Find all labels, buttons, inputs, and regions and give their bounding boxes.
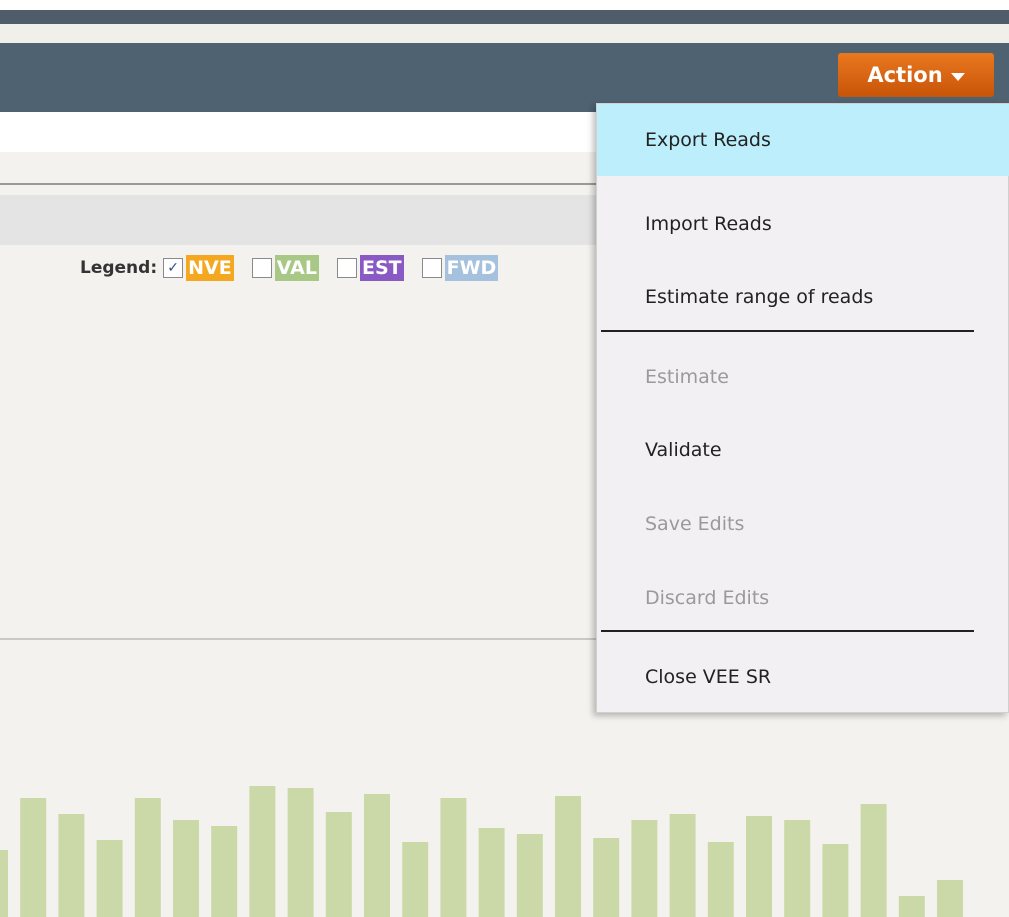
caret-down-icon (950, 72, 965, 81)
chart-bar (20, 798, 47, 917)
menu-item-label: Estimate (645, 366, 729, 388)
chart-bar (478, 828, 505, 917)
menu-item-label: Import Reads (645, 213, 772, 235)
menu-item-discard-edits[interactable]: Discard Edits (597, 565, 1009, 631)
menu-separator (601, 630, 974, 632)
legend: Legend: ✓ NVE VAL EST FWD (80, 254, 499, 282)
menu-item-export-reads[interactable]: Export Reads (597, 104, 1009, 176)
chart-bar (669, 814, 696, 917)
chart-bar (937, 880, 963, 917)
legend-item-fwd: FWD (421, 255, 499, 281)
reads-bar-chart (0, 786, 963, 917)
legend-label: Legend: (80, 258, 158, 278)
chart-bar (249, 786, 276, 917)
chart-bar (593, 838, 620, 917)
menu-item-label: Estimate range of reads (645, 286, 874, 308)
action-button-label: Action (867, 63, 943, 87)
menu-item-label: Save Edits (645, 513, 745, 535)
legend-tag-val: VAL (274, 255, 319, 281)
menu-item-label: Discard Edits (645, 587, 770, 609)
menu-item-validate[interactable]: Validate (597, 417, 1009, 483)
menu-item-close-vee-sr[interactable]: Close VEE SR (597, 644, 1009, 710)
chart-bar (0, 850, 8, 917)
legend-item-nve: ✓ NVE (163, 255, 234, 281)
chart-bar (516, 834, 543, 917)
chart-bar (555, 796, 581, 917)
chart-bar (822, 844, 849, 917)
chart-bar (784, 820, 811, 917)
menu-item-save-edits[interactable]: Save Edits (597, 491, 1009, 557)
legend-checkbox-val[interactable] (251, 258, 272, 278)
menu-item-import-reads[interactable]: Import Reads (597, 189, 1009, 259)
chart-bar (746, 816, 772, 917)
top-subbar (0, 24, 1009, 43)
legend-item-est: EST (336, 255, 404, 281)
chart-bar (860, 804, 887, 917)
chart-bar (211, 826, 238, 917)
legend-item-val: VAL (251, 255, 319, 281)
menu-separator (601, 330, 974, 332)
panel-divider (0, 638, 600, 640)
menu-item-estimate-range-of-reads[interactable]: Estimate range of reads (597, 264, 1009, 330)
chart-bar (173, 820, 199, 917)
legend-checkbox-fwd[interactable] (421, 258, 442, 278)
top-strip (0, 0, 1009, 10)
chart-bar (58, 814, 85, 917)
top-nav-bar (0, 10, 1009, 24)
chart-bar (134, 798, 161, 917)
menu-item-label: Export Reads (645, 129, 771, 151)
section-header-bar (0, 195, 600, 245)
action-button[interactable]: Action (838, 53, 994, 97)
chart-bar (364, 794, 390, 917)
chart-bar (402, 842, 429, 917)
action-menu: Export Reads Import Reads Estimate range… (596, 103, 1009, 713)
legend-checkbox-est[interactable] (336, 258, 357, 278)
section-divider (0, 183, 600, 185)
chart-bar (631, 820, 658, 917)
menu-item-label: Close VEE SR (645, 666, 772, 688)
legend-tag-est: EST (359, 255, 404, 281)
menu-item-estimate[interactable]: Estimate (597, 344, 1009, 410)
chart-bar (898, 896, 925, 917)
chart-bar (287, 788, 314, 917)
search-strip (0, 112, 600, 152)
menu-item-label: Validate (645, 439, 722, 461)
legend-checkbox-nve[interactable]: ✓ (163, 258, 184, 278)
legend-tag-nve: NVE (186, 255, 234, 281)
chart-bar (707, 842, 734, 917)
chart-bar (440, 798, 467, 917)
chart-bar (325, 812, 352, 917)
legend-tag-fwd: FWD (444, 255, 499, 281)
chart-bar (96, 840, 123, 917)
